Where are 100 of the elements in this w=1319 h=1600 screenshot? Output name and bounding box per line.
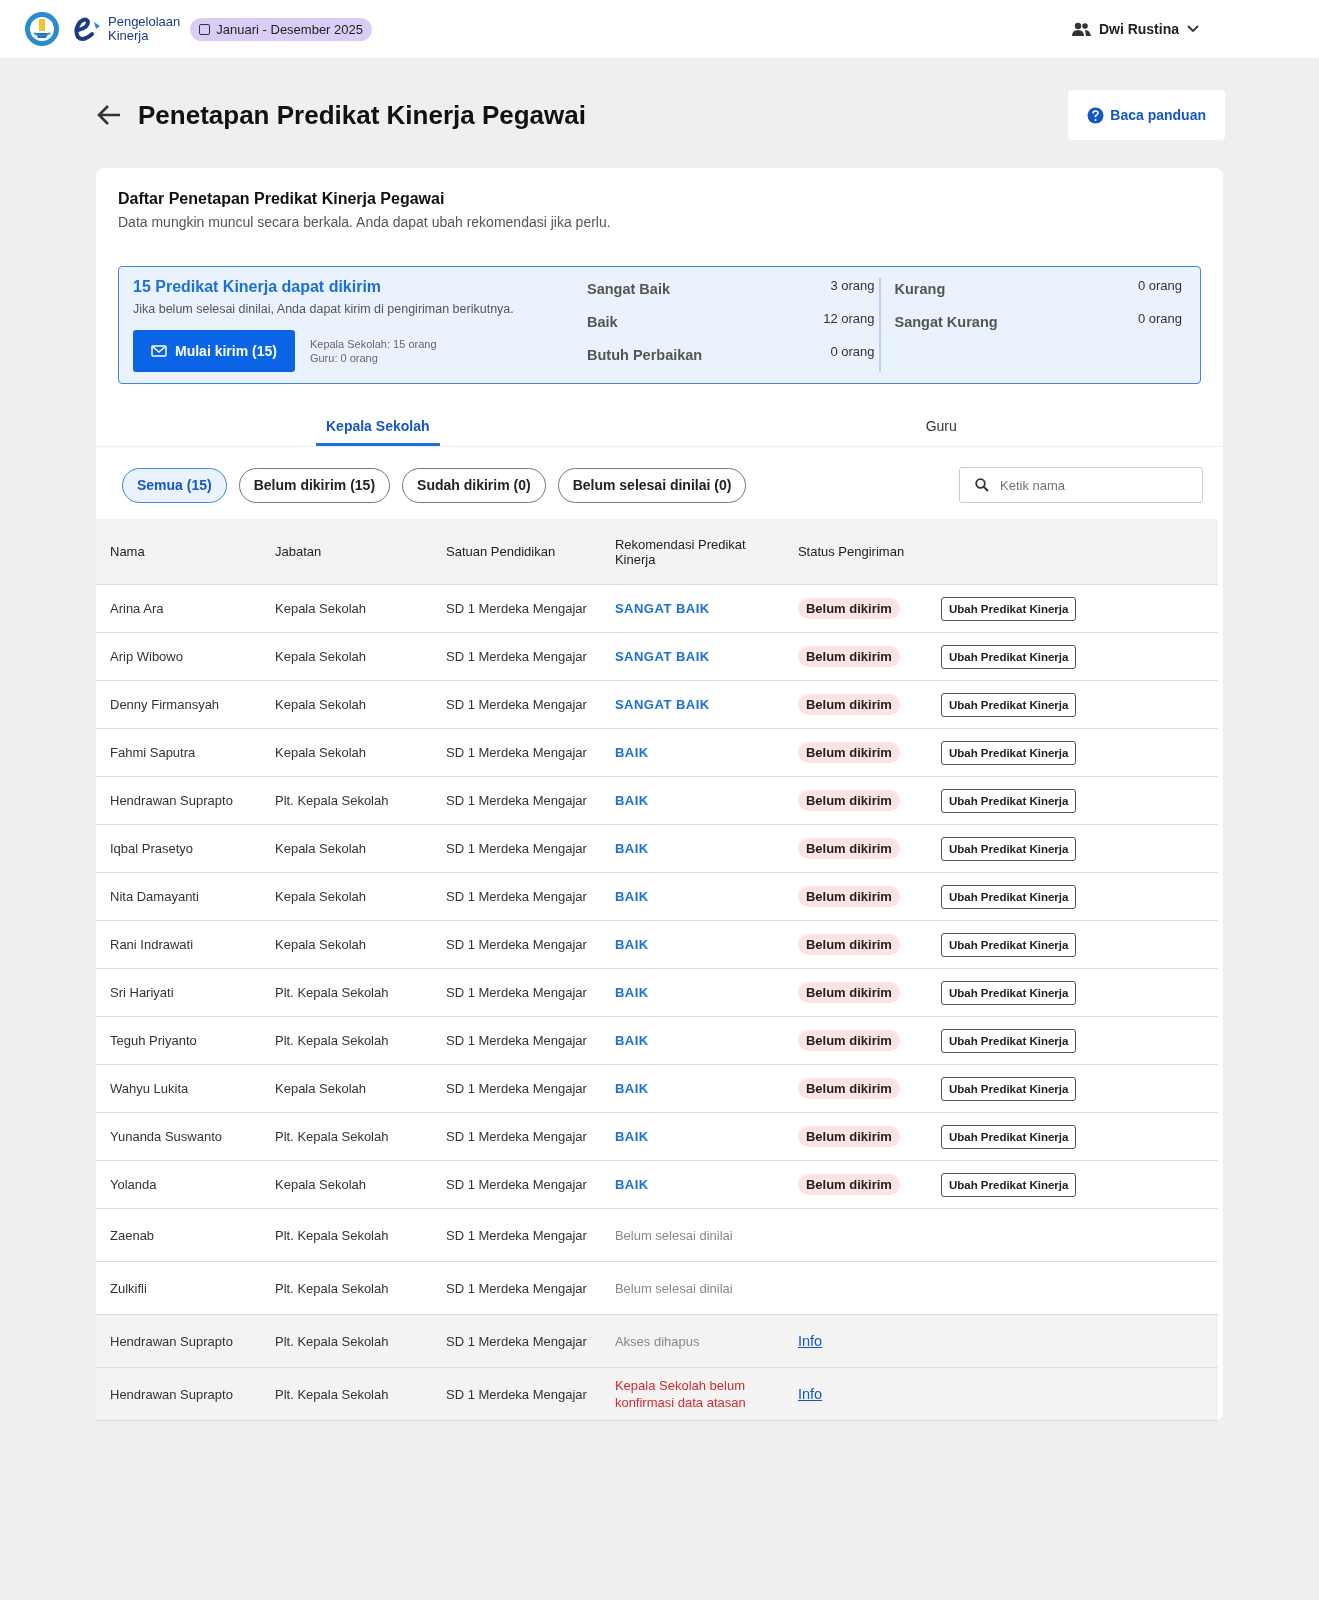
table-cell: Kepala Sekolah: [261, 728, 432, 777]
card-subtitle: Data mungkin muncul secara berkala. Anda dapat ubah rekomendasi jika perlu.: [118, 214, 612, 230]
tab[interactable]: Kepala Sekolah: [316, 406, 440, 446]
count-label: Kurang: [894, 281, 946, 299]
recommendation-text: Kepala Sekolah belum konfirmasi data atasan: [614, 1378, 746, 1410]
table-cell: Wahyu Lukita: [96, 1064, 261, 1113]
filter-chip[interactable]: Semua (15): [122, 467, 227, 503]
column-header: Jabatan: [261, 519, 432, 585]
filter-chip[interactable]: Belum dikirim (15): [238, 467, 391, 503]
status-badge: Belum dikirim: [797, 1174, 900, 1195]
table-cell: Denny Firmansyah: [96, 680, 261, 729]
table-cell: Iqbal Prasetyo: [96, 824, 261, 873]
status-badge: Belum dikirim: [797, 742, 900, 763]
breakdown-text: Kepala Sekolah: 15 orang: [309, 337, 437, 351]
table-cell: SD 1 Merdeka Mengajar: [432, 632, 601, 681]
table-cell: SD 1 Merdeka Mengajar: [432, 1367, 601, 1421]
edit-predicate-button[interactable]: Ubah Predikat Kinerja: [940, 596, 1077, 621]
table-cell: Rani Indrawati: [96, 920, 261, 969]
search-field[interactable]: Ketik nama: [959, 467, 1203, 503]
table-cell: Zulkifli: [96, 1261, 261, 1315]
recommendation-text: BAIK: [614, 1129, 649, 1144]
count-label: Baik: [587, 314, 618, 332]
status-badge: Belum dikirim: [797, 790, 900, 811]
edit-predicate-button[interactable]: Ubah Predikat Kinerja: [940, 1172, 1077, 1197]
recommendation-text: BAIK: [614, 841, 649, 856]
table-cell: SD 1 Merdeka Mengajar: [432, 1261, 601, 1315]
table-cell: Kepala Sekolah: [261, 1160, 432, 1209]
summary-note: Jika belum selesai dinilai, Anda dapat kirim di pengiriman berikutnya.: [133, 302, 515, 316]
table-cell: SD 1 Merdeka Mengajar: [432, 920, 601, 969]
edit-predicate-button[interactable]: Ubah Predikat Kinerja: [940, 932, 1077, 957]
status-badge: Belum dikirim: [797, 646, 900, 667]
table-cell: Sri Hariyati: [96, 968, 261, 1017]
table-cell: SD 1 Merdeka Mengajar: [432, 776, 601, 825]
table-cell: Kepala Sekolah: [261, 872, 432, 921]
recommendation-text: BAIK: [614, 1033, 649, 1048]
table-cell: Zaenab: [96, 1208, 261, 1262]
table-cell: SD 1 Merdeka Mengajar: [432, 1064, 601, 1113]
table-cell: Plt. Kepala Sekolah: [261, 776, 432, 825]
edit-predicate-button[interactable]: Ubah Predikat Kinerja: [940, 884, 1077, 909]
edit-predicate-button[interactable]: Ubah Predikat Kinerja: [940, 692, 1077, 717]
card-title: Daftar Penetapan Predikat Kinerja Pegawai: [118, 190, 446, 208]
column-header: Satuan Pendidikan: [432, 519, 601, 585]
count-label: Butuh Perbaikan: [587, 347, 703, 365]
recommendation-text: Belum selesai dinilai: [614, 1280, 733, 1296]
count-value: 3 orang: [830, 278, 875, 295]
table-cell: Arina Ara: [96, 584, 261, 633]
summary-title: 15 Predikat Kinerja dapat dikirim: [133, 278, 383, 296]
user-name: Dwi Rustina: [1098, 21, 1179, 37]
table-cell: Kepala Sekolah: [261, 1064, 432, 1113]
emblem-icon: [24, 11, 60, 47]
table-cell: Hendrawan Suprapto: [96, 776, 261, 825]
edit-predicate-button[interactable]: Ubah Predikat Kinerja: [940, 788, 1077, 813]
table-cell: Hendrawan Suprapto: [96, 1367, 261, 1421]
table-cell: Plt. Kepala Sekolah: [261, 1261, 432, 1315]
recommendation-text: SANGAT BAIK: [614, 601, 710, 616]
table-cell: Plt. Kepala Sekolah: [261, 1314, 432, 1368]
edit-predicate-button[interactable]: Ubah Predikat Kinerja: [940, 1124, 1077, 1149]
user-menu[interactable]: Dwi Rustina: [1070, 21, 1199, 37]
edit-predicate-button[interactable]: Ubah Predikat Kinerja: [940, 644, 1077, 669]
edit-predicate-button[interactable]: Ubah Predikat Kinerja: [940, 1028, 1077, 1053]
back-arrow-icon[interactable]: [96, 104, 122, 126]
guide-button[interactable]: Baca panduan: [1068, 90, 1225, 140]
table-cell: Yolanda: [96, 1160, 261, 1209]
recommendation-text: SANGAT BAIK: [614, 649, 710, 664]
period-text: Januari - Desember 2025: [216, 21, 363, 37]
table-cell: SD 1 Merdeka Mengajar: [432, 680, 601, 729]
table-cell: SD 1 Merdeka Mengajar: [432, 728, 601, 777]
page-title: Penetapan Predikat Kinerja Pegawai: [138, 99, 587, 131]
users-icon: [1070, 22, 1091, 36]
filter-chip[interactable]: Sudah dikirim (0): [402, 467, 546, 503]
edit-predicate-button[interactable]: Ubah Predikat Kinerja: [940, 740, 1077, 765]
table-cell: Plt. Kepala Sekolah: [261, 968, 432, 1017]
count-value: 12 orang: [823, 311, 875, 328]
count-label: Sangat Baik: [587, 281, 670, 299]
app-name: Pengelolaan Kinerja: [108, 15, 181, 43]
recommendation-text: BAIK: [614, 1177, 649, 1192]
status-badge: Belum dikirim: [797, 886, 900, 907]
info-link[interactable]: Info: [797, 1386, 823, 1402]
send-button[interactable]: Mulai kirim (15): [133, 330, 295, 372]
mail-icon: [151, 345, 167, 357]
recommendation-text: BAIK: [614, 1081, 649, 1096]
count-value: 0 orang: [1137, 278, 1182, 295]
table-cell: Plt. Kepala Sekolah: [261, 1367, 432, 1421]
column-header: Nama: [96, 519, 261, 585]
recommendation-text: BAIK: [614, 793, 649, 808]
table-cell: Hendrawan Suprapto: [96, 1314, 261, 1368]
recommendation-text: BAIK: [614, 985, 649, 1000]
info-link[interactable]: Info: [797, 1333, 823, 1349]
recommendation-text: BAIK: [614, 745, 649, 760]
edit-predicate-button[interactable]: Ubah Predikat Kinerja: [940, 980, 1077, 1005]
status-badge: Belum dikirim: [797, 838, 900, 859]
table-cell: Kepala Sekolah: [261, 824, 432, 873]
edit-predicate-button[interactable]: Ubah Predikat Kinerja: [940, 836, 1077, 861]
table-cell: Fahmi Saputra: [96, 728, 261, 777]
tab[interactable]: Guru: [915, 406, 967, 446]
filter-chip[interactable]: Belum selesai dinilai (0): [557, 467, 747, 503]
count-value: 0 orang: [830, 344, 875, 361]
table-cell: Kepala Sekolah: [261, 584, 432, 633]
edit-predicate-button[interactable]: Ubah Predikat Kinerja: [940, 1076, 1077, 1101]
table-cell: SD 1 Merdeka Mengajar: [432, 824, 601, 873]
